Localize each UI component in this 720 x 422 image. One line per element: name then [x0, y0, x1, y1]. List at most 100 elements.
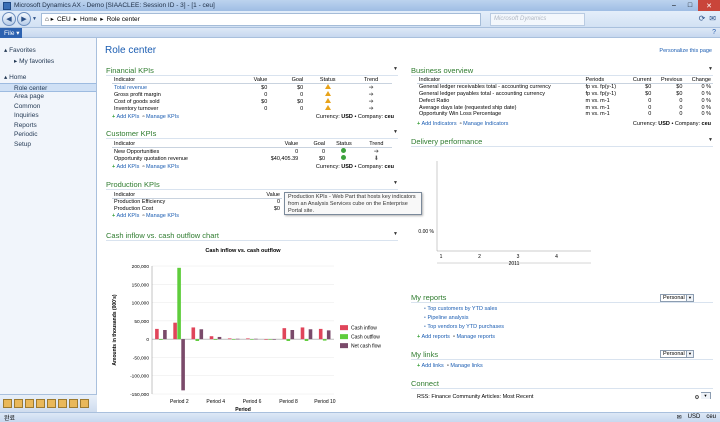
add-kpis-link[interactable]: Add KPIs — [116, 114, 139, 120]
nav-item-reports[interactable]: Reports — [0, 121, 96, 131]
module-icon[interactable] — [47, 399, 56, 408]
nav-item-inquiries[interactable]: Inquiries — [0, 111, 96, 121]
connect-label: Connect — [411, 379, 439, 388]
kpi-value: $0 — [261, 98, 268, 105]
minimize-button[interactable]: – — [666, 0, 682, 11]
home-icon[interactable]: ⌂ ▸ — [45, 15, 54, 23]
bar-cash-outflow — [231, 339, 236, 340]
title-bar: Microsoft Dynamics AX - Demo [SIAACLEE: … — [0, 0, 720, 11]
back-icon[interactable]: ◀ — [2, 12, 16, 26]
part-menu-icon[interactable]: ▼ — [393, 129, 398, 135]
part-menu-icon[interactable]: ▼ — [708, 66, 713, 72]
kpi-name-link[interactable]: Total revenue — [112, 84, 229, 92]
nav-item-common[interactable]: Common — [0, 102, 96, 112]
links-scope-select[interactable]: Personal ▼ — [660, 350, 694, 358]
table-row: General ledger receivables total - accou… — [417, 84, 713, 91]
mail-icon[interactable]: ✉ — [709, 14, 716, 23]
search-input[interactable]: Microsoft Dynamics — [490, 13, 585, 26]
module-icon[interactable] — [25, 399, 34, 408]
nav-item-setup[interactable]: Setup — [0, 140, 96, 150]
close-button[interactable]: ✕ — [698, 0, 720, 11]
refresh-icon[interactable]: ⟳ — [699, 14, 706, 23]
delivery-chart: 0.00 % 1 2 3 4 2011 — [418, 161, 591, 267]
forward-icon[interactable]: ▶ — [17, 12, 31, 26]
help-icon[interactable]: ? — [712, 29, 716, 36]
rss-feed-title[interactable]: RSS: Finance Community Articles: Most Re… — [417, 394, 533, 400]
bar-cash-inflow — [300, 327, 305, 340]
breadcrumb[interactable]: ⌂ ▸ CEU ▸ Home ▸ Role center — [40, 12, 481, 26]
add-links-link[interactable]: Add links — [421, 363, 443, 369]
history-dropdown-icon[interactable]: ▼ — [32, 16, 37, 22]
currency-label: Currency: — [315, 114, 340, 120]
col-header: Status — [327, 141, 361, 149]
x-tick-label: 4 — [555, 254, 558, 260]
my-links-label: My links — [411, 350, 439, 359]
manage-kpis-link[interactable]: Manage KPIs — [146, 114, 179, 120]
module-icon[interactable] — [80, 399, 89, 408]
indicator-periods: fp vs. fp(y-1) — [585, 90, 617, 97]
breadcrumb-company[interactable]: CEU — [57, 16, 71, 23]
module-icon[interactable] — [3, 399, 12, 408]
nav-item-area-page[interactable]: Area page — [0, 92, 96, 102]
kpi-goal: $0 — [318, 155, 326, 162]
add-reports-link[interactable]: Add reports — [421, 334, 449, 340]
nav-group-favorites[interactable]: ▴ Favorites — [0, 44, 96, 56]
nav-item-role-center[interactable]: Role center — [0, 82, 96, 92]
warning-icon — [324, 98, 331, 104]
part-menu-icon[interactable]: ▼ — [393, 66, 398, 72]
indicator-current: 0 — [648, 111, 652, 118]
nav-item-label: Periodic — [14, 131, 38, 138]
breadcrumb-home[interactable]: Home — [80, 16, 97, 23]
reports-scope-select[interactable]: Personal ▼ — [660, 294, 694, 302]
module-icon[interactable] — [36, 399, 45, 408]
settings-icon[interactable]: ⚙ — [695, 395, 700, 401]
bar-cash-inflow — [209, 336, 214, 340]
add-kpis-link[interactable]: Add KPIs — [116, 213, 139, 219]
report-link[interactable]: Pipeline analysis — [424, 315, 468, 321]
links-scope-value: Personal — [663, 351, 685, 357]
nav-group-home[interactable]: ▴ Home — [0, 71, 96, 83]
rss-dropdown[interactable]: ▼ — [701, 392, 711, 399]
col-header: Value — [246, 141, 301, 149]
manage-links-link[interactable]: Manage links — [450, 363, 482, 369]
company-value: ceu — [384, 164, 394, 170]
add-indicators-link[interactable]: Add Indicators — [421, 121, 456, 127]
personalize-link[interactable]: Personalize this page — [659, 48, 712, 54]
links-footer: + Add links ▫ Manage links — [417, 363, 483, 369]
manage-indicators-link[interactable]: Manage Indicators — [463, 121, 508, 127]
part-menu-icon[interactable]: ▼ — [708, 137, 713, 143]
col-header: Status — [305, 77, 351, 85]
status-icon: ✉ — [676, 415, 682, 421]
module-icon[interactable] — [14, 399, 23, 408]
y-tick-label: 150,000 — [132, 282, 150, 288]
manage-kpis-link[interactable]: Manage KPIs — [146, 213, 179, 219]
bar-cash-outflow — [286, 339, 291, 341]
part-menu-icon[interactable]: ▼ — [393, 231, 398, 237]
trend-arrow-icon: ➔ — [368, 92, 374, 99]
module-icon[interactable] — [69, 399, 78, 408]
x-tick-label: Period 2 — [170, 399, 189, 405]
indicator-change: 0 % — [701, 97, 711, 104]
bar-cash-outflow — [268, 339, 272, 340]
table-row: Average days late (requested ship date) m… — [417, 104, 713, 111]
financial-kpis-title: Financial KPIs ▼ — [106, 66, 398, 76]
breadcrumb-role-center[interactable]: Role center — [107, 16, 140, 23]
file-menu[interactable]: File ▾ — [0, 28, 22, 38]
maximize-button[interactable]: □ — [682, 0, 698, 11]
x-tick-label: 1 — [440, 254, 443, 260]
cashflow-chart-label: Cash inflow vs. cash outflow chart — [106, 231, 219, 240]
file-menu-label[interactable]: File — [4, 30, 14, 37]
indicator-change: 0 % — [701, 104, 711, 111]
nav-item-my-favorites[interactable]: ▸ My favorites — [0, 56, 96, 66]
manage-reports-link[interactable]: Manage reports — [456, 334, 495, 340]
address-tools: ⟳ ✉ — [699, 14, 716, 23]
menu-bar: File ▾ ? — [0, 28, 720, 38]
module-icon[interactable] — [58, 399, 67, 408]
part-menu-icon[interactable]: ▼ — [393, 180, 398, 186]
add-kpis-link[interactable]: Add KPIs — [116, 164, 139, 170]
nav-item-periodic[interactable]: Periodic — [0, 130, 96, 140]
report-link[interactable]: Top customers by YTD sales — [424, 306, 497, 312]
report-link[interactable]: Top vendors by YTD purchases — [424, 324, 504, 330]
kpi-value: 0 — [276, 199, 280, 206]
manage-kpis-link[interactable]: Manage KPIs — [146, 164, 179, 170]
